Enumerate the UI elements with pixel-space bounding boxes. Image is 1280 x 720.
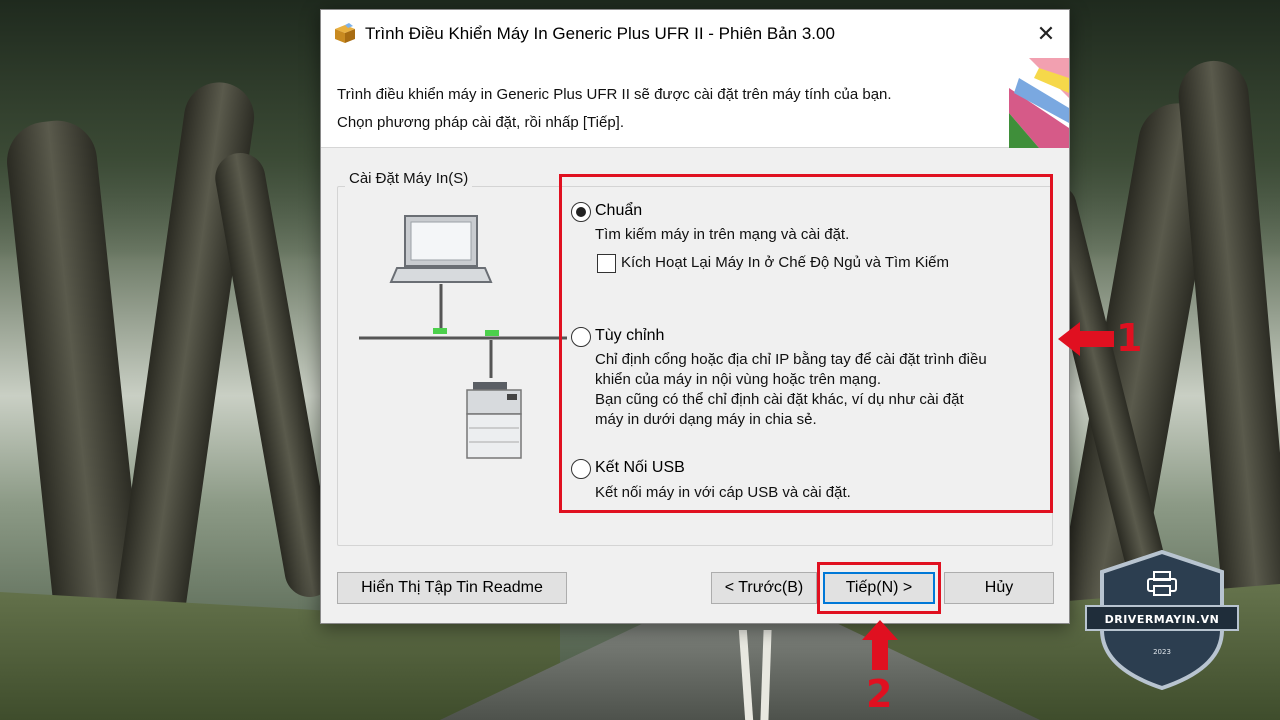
- header-decoration: [1009, 58, 1069, 148]
- next-button[interactable]: Tiếp(N) >: [823, 572, 935, 604]
- arrow-left-icon: [1058, 322, 1114, 356]
- window-title: Trình Điều Khiển Máy In Generic Plus UFR…: [365, 24, 835, 43]
- badge-year: 2023: [1153, 648, 1171, 656]
- cancel-button[interactable]: Hủy: [944, 572, 1054, 604]
- badge-name: DRIVERMAYIN.VN: [1104, 613, 1220, 626]
- header-panel: Trình điều khiển máy in Generic Plus UFR…: [321, 58, 1069, 148]
- step-2-label: 2: [866, 672, 893, 716]
- installer-dialog: Trình Điều Khiển Máy In Generic Plus UFR…: [320, 9, 1070, 624]
- options-highlight-box: [559, 174, 1053, 513]
- network-illustration: [359, 215, 567, 459]
- step-1-label: 1: [1116, 316, 1143, 360]
- header-instruction-2: Chọn phương pháp cài đặt, rồi nhấp [Tiếp…: [337, 114, 625, 131]
- laptop-icon: [389, 215, 493, 283]
- printer-device-icon: [466, 382, 522, 459]
- installer-box-icon: [335, 23, 355, 43]
- readme-button[interactable]: Hiển Thị Tập Tin Readme: [337, 572, 567, 604]
- group-label: Cài Đặt Máy In(S): [345, 170, 473, 187]
- back-button[interactable]: < Trước(B): [711, 572, 817, 604]
- close-button[interactable]: ✕: [1023, 10, 1069, 58]
- header-instruction-1: Trình điều khiển máy in Generic Plus UFR…: [337, 86, 892, 103]
- arrow-up-icon: [862, 620, 898, 670]
- title-bar: Trình Điều Khiển Máy In Generic Plus UFR…: [321, 10, 1069, 58]
